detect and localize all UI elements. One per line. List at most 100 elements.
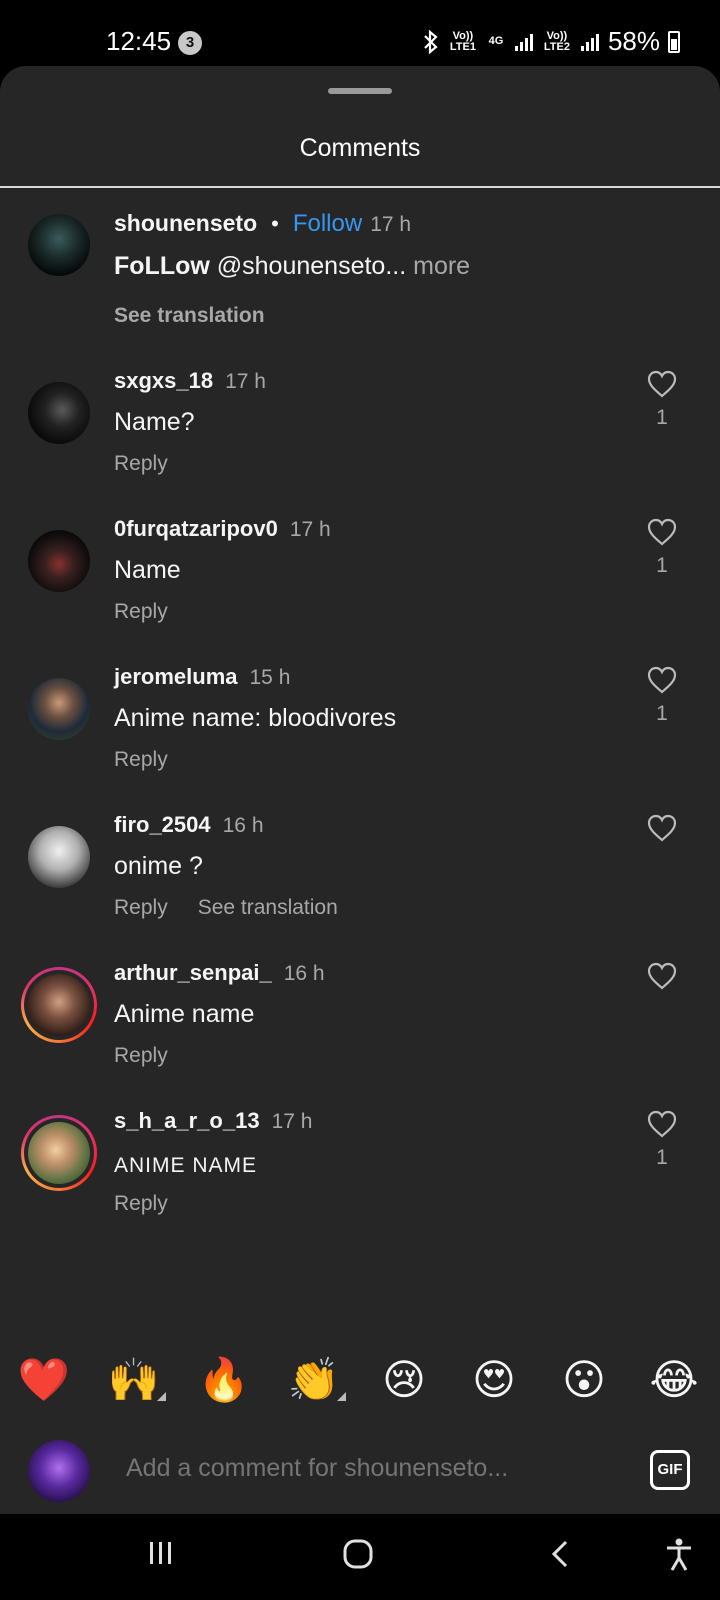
comment-username[interactable]: 0furqatzaripov0 <box>114 516 278 542</box>
comment-input[interactable] <box>126 1454 626 1483</box>
comment-username[interactable]: s_h_a_r_o_13 <box>114 1108 260 1134</box>
emoji-variant-indicator <box>157 1392 166 1401</box>
avatar[interactable] <box>28 678 90 740</box>
emoji-bar: ❤️ 🙌 🔥 👏 😢 😍 😮 😂 <box>0 1352 720 1412</box>
heart-icon <box>647 518 677 546</box>
follow-button[interactable]: Follow <box>293 210 362 238</box>
reply-button[interactable]: Reply <box>114 1192 168 1216</box>
comment-time: 15 h <box>249 666 291 689</box>
drag-handle[interactable] <box>328 88 392 94</box>
back-icon[interactable] <box>548 1538 572 1570</box>
comment-row: arthur_senpai_ 16 h Anime name Reply <box>0 960 720 1105</box>
like-button[interactable]: 1 <box>642 666 682 726</box>
see-translation-link[interactable]: See translation <box>114 304 265 328</box>
like-button[interactable]: 1 <box>642 370 682 430</box>
more-link[interactable]: more <box>413 252 470 280</box>
comment-row: jeromeluma 15 h Anime name: bloodivores … <box>0 664 720 809</box>
comment-username[interactable]: jeromeluma <box>114 664 238 690</box>
caption-username[interactable]: shounenseto <box>114 210 257 237</box>
reply-button[interactable]: Reply <box>114 896 168 920</box>
comment-time: 17 h <box>289 518 331 541</box>
comment-text: ANIME NAME <box>114 1154 258 1177</box>
emoji-variant-indicator <box>337 1392 346 1401</box>
avatar[interactable] <box>28 214 90 276</box>
emoji-crying[interactable]: 😢 <box>376 1352 432 1408</box>
heart-icon <box>647 370 677 398</box>
like-button[interactable] <box>642 814 682 842</box>
like-count: 1 <box>656 702 668 725</box>
comment-time: 17 h <box>225 370 266 393</box>
comments-sheet: Comments shounenseto • Follow 17 h FoLLo… <box>0 66 720 1514</box>
like-button[interactable] <box>642 962 682 990</box>
comment-row: sxgxs_18 17 h Name? Reply 1 <box>0 368 720 513</box>
like-count: 1 <box>656 406 668 429</box>
like-count: 1 <box>656 1146 668 1169</box>
comment-text: onime ? <box>114 852 203 880</box>
like-count: 1 <box>656 554 668 577</box>
sheet-title: Comments <box>299 134 421 162</box>
status-icons: Vo)) LTE1 4G Vo)) LTE2 58% <box>422 26 680 57</box>
separator-dot: • <box>271 211 279 236</box>
comment-row: s_h_a_r_o_13 17 h ANIME NAME Reply 1 <box>0 1108 720 1253</box>
heart-icon <box>647 962 677 990</box>
signal-1-icon <box>514 33 533 51</box>
reply-button[interactable]: Reply <box>114 452 168 476</box>
avatar[interactable] <box>28 382 90 444</box>
battery-percent: 58% <box>607 26 660 56</box>
emoji-laughing[interactable]: 😂 <box>646 1352 702 1408</box>
heart-icon <box>647 666 677 694</box>
comment-time: 16 h <box>222 814 264 837</box>
comment-text: Name <box>114 556 181 584</box>
reply-button[interactable]: Reply <box>114 1044 168 1068</box>
battery-icon <box>668 30 680 53</box>
emoji-heart[interactable]: ❤️ <box>16 1352 72 1408</box>
comment-text: Name? <box>114 408 195 436</box>
network-1-label: Vo)) LTE1 <box>449 29 476 53</box>
comment-username[interactable]: arthur_senpai_ <box>114 960 272 986</box>
avatar[interactable] <box>28 530 90 592</box>
emoji-surprised[interactable]: 😮 <box>556 1352 612 1408</box>
emoji-fire[interactable]: 🔥 <box>196 1352 252 1408</box>
avatar[interactable] <box>21 967 97 1043</box>
caption-text-bold: FoLLow <box>114 252 210 280</box>
gif-button[interactable]: GIF <box>650 1450 690 1490</box>
emoji-clapping[interactable]: 👏 <box>286 1352 342 1408</box>
avatar[interactable] <box>28 826 90 888</box>
reply-button[interactable]: Reply <box>114 600 168 624</box>
network-type-label: 4G <box>488 35 504 47</box>
comment-time: 16 h <box>283 962 325 985</box>
navigation-bar <box>0 1514 720 1600</box>
heart-icon <box>647 814 677 842</box>
comment-row: 0furqatzaripov0 17 h Name Reply 1 <box>0 516 720 661</box>
like-button[interactable]: 1 <box>642 518 682 578</box>
heart-icon <box>647 1110 677 1138</box>
avatar[interactable] <box>21 1115 97 1191</box>
bluetooth-icon <box>424 29 438 54</box>
signal-2-icon <box>580 33 599 51</box>
comment-username[interactable]: sxgxs_18 <box>114 368 213 394</box>
home-icon[interactable] <box>342 1538 374 1570</box>
like-button[interactable]: 1 <box>642 1110 682 1170</box>
comment-input-bar: GIF <box>0 1436 720 1516</box>
reply-button[interactable]: Reply <box>114 748 168 772</box>
comment-text: Anime name: bloodivores <box>114 704 397 732</box>
comment-time: 17 h <box>271 1110 313 1133</box>
network-2-label: Vo)) LTE2 <box>543 29 570 53</box>
title-divider <box>0 186 720 188</box>
status-time: 12:45 <box>106 26 172 56</box>
see-translation-link[interactable]: See translation <box>198 896 338 920</box>
comment-text: Anime name <box>114 1000 255 1028</box>
comment-username[interactable]: firo_2504 <box>114 812 211 838</box>
notification-count-badge: 3 <box>178 31 202 55</box>
emoji-raising-hands[interactable]: 🙌 <box>106 1352 162 1408</box>
accessibility-icon[interactable] <box>664 1538 694 1572</box>
caption-text-rest[interactable]: @shounenseto... <box>217 252 406 280</box>
post-caption: shounenseto • Follow 17 h FoLLow @shoune… <box>0 210 720 360</box>
caption-time: 17 h <box>370 213 412 236</box>
recent-apps-icon[interactable] <box>146 1538 176 1568</box>
current-user-avatar <box>28 1440 90 1502</box>
emoji-heart-eyes[interactable]: 😍 <box>466 1352 522 1408</box>
caption-text: FoLLow @shounenseto... more <box>114 252 470 281</box>
comment-row: firo_2504 16 h onime ? Reply See transla… <box>0 812 720 957</box>
status-bar: 12:45 3 Vo)) LTE1 4G Vo)) LTE2 58% <box>0 0 720 66</box>
